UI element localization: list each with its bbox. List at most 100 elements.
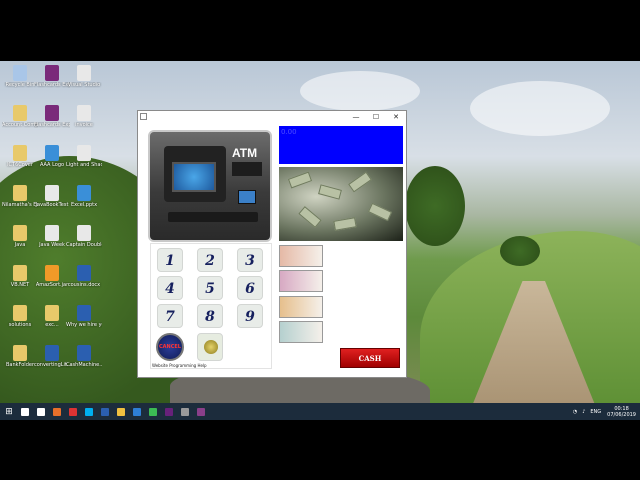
bill xyxy=(348,171,372,193)
desktop-icon[interactable]: BankFolder xyxy=(2,345,38,381)
desktop-icon[interactable]: Recycle Bin xyxy=(2,65,38,101)
app-icon[interactable] xyxy=(178,403,191,420)
firefox-icon[interactable] xyxy=(50,403,63,420)
desktop-icon-label: AAA Logo xyxy=(39,162,65,168)
desktop-icon-label: exc... xyxy=(45,322,59,328)
atm-app-icon[interactable] xyxy=(194,403,207,420)
clock[interactable]: 00:18 07/06/2019 xyxy=(607,406,636,418)
note-20[interactable] xyxy=(279,270,323,292)
chrome-icon-glyph xyxy=(148,407,157,416)
atm-window[interactable]: — ☐ ✕ ATM 0.00 1 2 3 4 5 6 7 8 9 CANCEL … xyxy=(137,110,407,378)
file-icon xyxy=(45,105,59,121)
chrome-icon[interactable] xyxy=(146,403,159,420)
desktop-icon-label: ICT6Cover xyxy=(7,162,33,168)
desktop-icon[interactable]: cousins.docx xyxy=(66,265,102,301)
chrome-icon-glyph xyxy=(68,407,77,416)
bill xyxy=(287,171,313,189)
windows-icon[interactable]: ⊞ xyxy=(0,403,18,420)
desktop-icon[interactable]: Light and Shadow.pptx xyxy=(66,145,102,181)
file-icon xyxy=(45,65,59,81)
firefox-icon-glyph xyxy=(52,407,61,416)
file-icon xyxy=(77,305,91,321)
note-5[interactable] xyxy=(279,321,323,343)
cancel-button[interactable]: CANCEL xyxy=(156,333,184,361)
title-bar[interactable]: — ☐ ✕ xyxy=(138,111,406,123)
desktop-icon[interactable]: AmazSort.jar xyxy=(34,265,70,301)
desktop-icon[interactable]: Excel.pptx xyxy=(66,185,102,221)
key-7[interactable]: 7 xyxy=(157,304,183,328)
search-icon[interactable] xyxy=(18,403,31,420)
file-icon xyxy=(13,185,27,201)
wifi-icon[interactable]: ◔ xyxy=(573,409,577,415)
desktop-icon-label: JavaBookTest xyxy=(35,202,69,208)
desktop-icon[interactable]: Flashcards Express xyxy=(34,65,70,101)
file-icon xyxy=(45,185,59,201)
maximize-button[interactable]: ☐ xyxy=(366,111,386,123)
task-view-icon[interactable] xyxy=(34,403,47,420)
minimize-button[interactable]: — xyxy=(346,111,366,123)
atm-card xyxy=(238,190,256,204)
desktop-icon-label: Excel.pptx xyxy=(70,202,98,208)
desktop-icon[interactable]: Flashcards Express xyxy=(34,105,70,141)
desktop-icon-label: Flashcards Express xyxy=(34,82,70,88)
word-icon[interactable] xyxy=(98,403,111,420)
enter-button[interactable] xyxy=(197,333,223,361)
close-button[interactable]: ✕ xyxy=(386,111,406,123)
coin-icon xyxy=(204,340,218,354)
cash-button[interactable]: CASH xyxy=(340,348,400,368)
desktop-icon[interactable]: Java Week xyxy=(34,225,70,261)
app-icon xyxy=(140,113,147,120)
file-icon xyxy=(45,145,59,161)
desktop-icon[interactable]: convertingLit... xyxy=(34,345,70,381)
desktop-icon[interactable]: JavaBookTest xyxy=(34,185,70,221)
key-3[interactable]: 3 xyxy=(237,248,263,272)
desktop-icon[interactable]: Account Completed xyxy=(2,105,38,141)
language-indicator[interactable]: ENG xyxy=(590,409,601,415)
desktop-icon-label: CashMachine... xyxy=(66,362,102,368)
desktop-icon-label: Java xyxy=(14,242,26,248)
volume-icon[interactable]: ♪ xyxy=(582,409,585,415)
chrome-icon[interactable] xyxy=(66,403,79,420)
key-6[interactable]: 6 xyxy=(237,276,263,300)
desktop-icon-label: Account Completed xyxy=(2,122,38,128)
desktop-icon[interactable]: Why we hire you.docx xyxy=(66,305,102,341)
file-icon xyxy=(77,345,91,361)
note-50[interactable] xyxy=(279,245,323,267)
desktop-icon[interactable]: invoice xyxy=(66,105,102,141)
desktop-icon[interactable]: VB.NET xyxy=(2,265,38,301)
desktop-icon[interactable]: Captain Double.pptx xyxy=(66,225,102,261)
edge-icon[interactable] xyxy=(130,403,143,420)
desktop-icon-label: invoice xyxy=(75,122,93,128)
desktop-icon[interactable]: Java xyxy=(2,225,38,261)
desktop-icon[interactable]: Visual Studio xyxy=(66,65,102,101)
file-icon xyxy=(77,105,91,121)
file-icon xyxy=(45,345,59,361)
vs-icon[interactable] xyxy=(162,403,175,420)
key-1[interactable]: 1 xyxy=(157,248,183,272)
desktop-icon[interactable]: ICT6Cover xyxy=(2,145,38,181)
desktop-icon-label: BankFolder xyxy=(5,362,34,368)
desktop-icon[interactable]: Nilamatha's Ex xyxy=(2,185,38,221)
word-icon-glyph xyxy=(100,407,109,416)
desktop-icon[interactable]: CashMachine... xyxy=(66,345,102,381)
key-2[interactable]: 2 xyxy=(197,248,223,272)
key-8[interactable]: 8 xyxy=(197,304,223,328)
note-10[interactable] xyxy=(279,296,323,318)
key-9[interactable]: 9 xyxy=(237,304,263,328)
explorer-icon-glyph xyxy=(116,407,125,416)
desktop-icon-label: cousins.docx xyxy=(67,282,101,288)
key-4[interactable]: 4 xyxy=(157,276,183,300)
file-icon xyxy=(45,225,59,241)
desktop-icon-label: Java Week xyxy=(39,242,65,248)
desktop-icon[interactable]: AAA Logo xyxy=(34,145,70,181)
file-icon xyxy=(13,345,27,361)
bill xyxy=(318,184,342,200)
key-5[interactable]: 5 xyxy=(197,276,223,300)
desktop-icon-label: VB.NET xyxy=(10,282,30,288)
skype-icon[interactable] xyxy=(82,403,95,420)
desktop-icon[interactable]: exc... xyxy=(34,305,70,341)
explorer-icon[interactable] xyxy=(114,403,127,420)
balance-display: 0.00 xyxy=(279,126,403,164)
bill xyxy=(367,202,393,222)
desktop-icon[interactable]: solutions xyxy=(2,305,38,341)
